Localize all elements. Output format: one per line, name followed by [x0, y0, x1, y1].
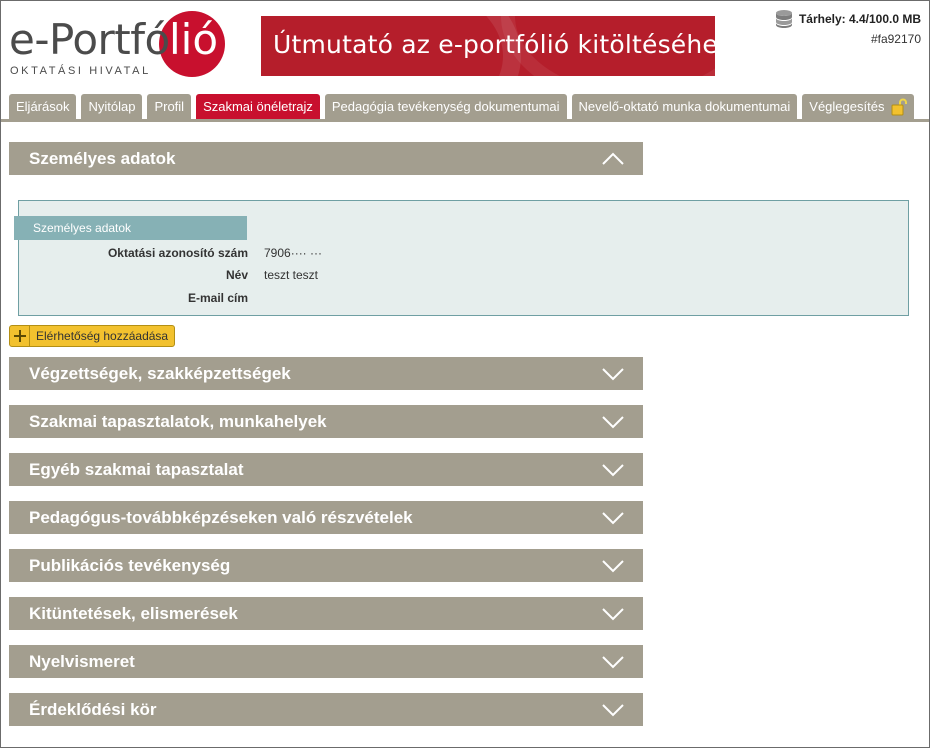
field-label: E-mail cím — [187, 291, 248, 305]
tab-profil[interactable]: Profil — [147, 94, 192, 120]
logo-main-text: e-Portfó — [9, 15, 170, 64]
field-value: 7906···· ··· — [264, 246, 323, 260]
chevron-down-icon[interactable] — [593, 405, 633, 438]
tab-eljarasok[interactable]: Eljárások — [9, 94, 77, 120]
tab-nyitolap[interactable]: Nyitólap — [81, 94, 143, 120]
section-kituntetesek[interactable]: Kitüntetések, elismerések — [9, 597, 643, 630]
section-szemelyes-adatok[interactable]: Személyes adatok — [9, 142, 643, 175]
tab-szakmai-oneletrajz[interactable]: Szakmai önéletrajz — [196, 94, 320, 120]
logo-subtitle: OKTATÁSI HIVATAL — [10, 65, 151, 77]
tab-underline — [1, 119, 929, 122]
section-publikaciok[interactable]: Publikációs tevékenység — [9, 549, 643, 582]
add-contact-button[interactable]: Elérhetőség hozzáadása — [9, 325, 175, 347]
chevron-down-icon[interactable] — [593, 357, 633, 390]
field-label: Oktatási azonosító szám — [107, 246, 248, 260]
section-title: Végzettségek, szakképzettségek — [29, 364, 291, 383]
add-contact-label: Elérhetőség hozzáadása — [36, 329, 169, 343]
chevron-down-icon[interactable] — [593, 501, 633, 534]
section-tovabbkepzesek[interactable]: Pedagógus-továbbképzéseken való részvéte… — [9, 501, 643, 534]
chevron-down-icon[interactable] — [593, 453, 633, 486]
field-value: teszt teszt — [264, 268, 319, 282]
plus-icon — [10, 326, 30, 346]
section-title: Személyes adatok — [29, 149, 176, 168]
guide-banner[interactable]: Útmutató az e-portfólió kitöltéséhez — [261, 16, 715, 76]
section-title: Pedagógus-továbbképzéseken való részvéte… — [29, 508, 413, 527]
chevron-up-icon[interactable] — [593, 142, 633, 175]
tab-pedagogia-tevekenyseg[interactable]: Pedagógia tevékenység dokumentumai — [324, 94, 567, 120]
section-egyeb-tapasztalat[interactable]: Egyéb szakmai tapasztalat — [9, 453, 643, 486]
storage-id: #fa92170 — [870, 32, 921, 46]
tab-nevelo-oktato-munka[interactable]: Nevelő-oktató munka dokumentumai — [571, 94, 798, 120]
section-szakmai-tapasztalatok[interactable]: Szakmai tapasztalatok, munkahelyek — [9, 405, 643, 438]
database-icon — [775, 10, 792, 28]
tab-label: Eljárások — [16, 99, 70, 114]
unlock-icon — [891, 98, 908, 116]
section-nyelvismeret[interactable]: Nyelvismeret — [9, 645, 643, 678]
tab-label: Véglegesítés — [809, 99, 885, 114]
section-title: Publikációs tevékenység — [29, 556, 231, 575]
storage-label: Tárhely: 4.4/100.0 MB — [798, 12, 921, 26]
main-tabs: Eljárások Nyitólap Profil Szakmai önélet… — [9, 94, 919, 120]
banner-text: Útmutató az e-portfólió kitöltéséhez — [273, 30, 715, 59]
logo-accent-text: lió — [169, 15, 219, 64]
chevron-down-icon[interactable] — [593, 693, 633, 726]
tab-label: Pedagógia tevékenység dokumentumai — [331, 99, 560, 114]
section-title: Érdeklődési kör — [29, 700, 157, 719]
section-title: Egyéb szakmai tapasztalat — [29, 460, 244, 479]
window-frame: e-Portfó lió OKTATÁSI HIVATAL Útmutató a… — [0, 0, 930, 748]
tab-label: Profil — [154, 99, 185, 114]
section-title: Kitüntetések, elismerések — [29, 604, 238, 623]
panel-tab-label: Személyes adatok — [14, 216, 247, 240]
chevron-down-icon[interactable] — [593, 549, 633, 582]
e-portfolio-logo[interactable]: e-Portfó lió OKTATÁSI HIVATAL — [9, 11, 239, 85]
tab-veglegesites[interactable]: Véglegesítés — [802, 94, 915, 120]
section-title: Nyelvismeret — [29, 652, 135, 671]
section-vegzettsegek[interactable]: Végzettségek, szakképzettségek — [9, 357, 643, 390]
tab-label: Szakmai önéletrajz — [203, 99, 313, 114]
chevron-down-icon[interactable] — [593, 645, 633, 678]
tab-label: Nyitólap — [88, 99, 136, 114]
storage-info: Tárhely: 4.4/100.0 MB #fa92170 — [775, 9, 921, 46]
section-erdeklodesi-kor[interactable]: Érdeklődési kör — [9, 693, 643, 726]
personal-data-panel: Személyes adatok Oktatási azonosító szám… — [14, 200, 909, 316]
chevron-down-icon[interactable] — [593, 597, 633, 630]
field-label: Név — [225, 268, 248, 282]
tab-label: Nevelő-oktató munka dokumentumai — [578, 99, 791, 114]
section-title: Szakmai tapasztalatok, munkahelyek — [29, 412, 327, 431]
